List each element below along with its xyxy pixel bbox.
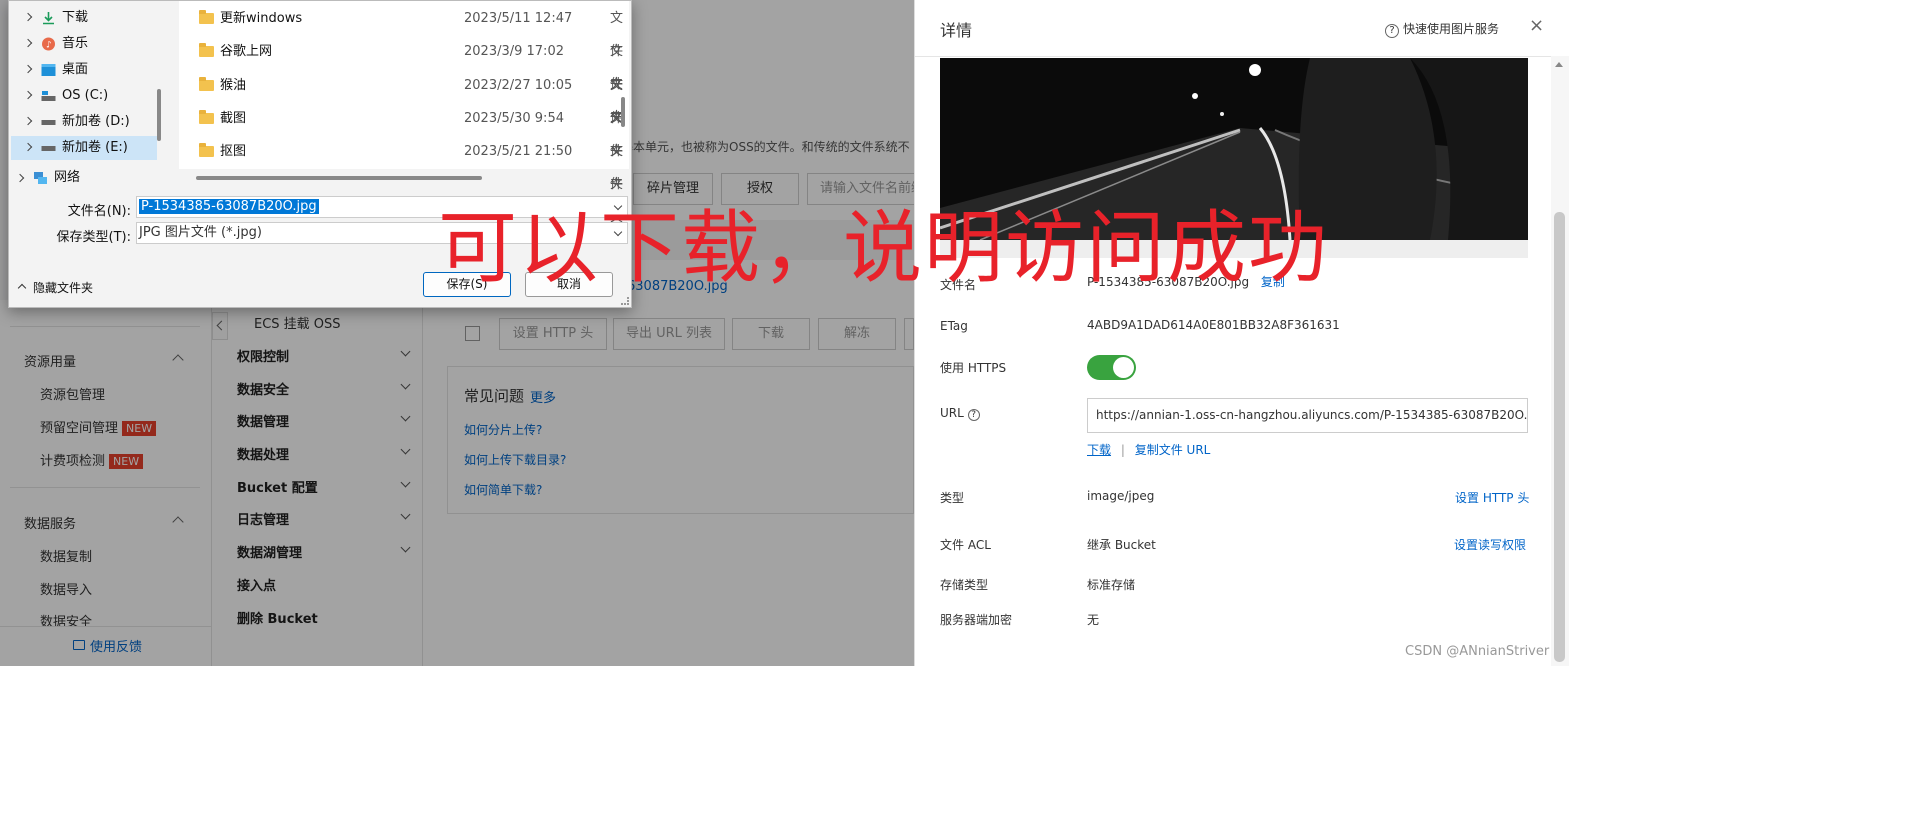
file-row[interactable]: 猴油 2023/2/27 10:05 文件夹: [179, 69, 623, 159]
storage-value: 标准存储: [1087, 578, 1136, 592]
help-icon: ?: [1385, 24, 1399, 38]
acl-label: 文件 ACL: [940, 538, 991, 552]
acl-value: 继承 Bucket: [1087, 538, 1156, 552]
tree-item-music[interactable]: ♪ 音乐: [11, 32, 157, 56]
annotation-caption: 可以下载，说明访问成功: [438, 202, 1329, 294]
filetype-label: 保存类型(T):: [56, 230, 131, 245]
panel-title: 详情: [940, 21, 973, 40]
file-list: 更新windows 2023/5/11 12:47 文件夹 谷歌上网 2023/3/9…: [179, 1, 629, 225]
watermark: CSDN @ANnianStriver: [1405, 644, 1550, 659]
close-icon[interactable]: ×: [1529, 17, 1544, 35]
chevron-up-icon: [17, 283, 27, 293]
https-toggle[interactable]: [1087, 355, 1136, 380]
file-list-hscrollbar[interactable]: [196, 176, 482, 180]
filename-selected-text: P-1534385-63087B20O.jpg: [139, 199, 319, 214]
encryption-label: 服务器端加密: [940, 613, 1013, 627]
panel-scrollbar[interactable]: [1551, 56, 1569, 666]
type-value: image/jpeg: [1087, 489, 1155, 503]
file-row[interactable]: 谷歌上网 2023/3/9 17:02 文件夹: [179, 35, 623, 125]
file-list-vscrollbar[interactable]: [621, 97, 625, 127]
drive-icon: [41, 91, 56, 101]
tree-item-downloads[interactable]: 下载: [11, 6, 157, 30]
folder-icon: [199, 10, 214, 24]
drive-icon: [41, 146, 56, 151]
file-row[interactable]: 截图 2023/5/30 9:54 文件夹: [179, 102, 623, 192]
folder-icon: [199, 43, 214, 57]
scroll-up-icon[interactable]: [1555, 62, 1563, 67]
tree-scrollbar[interactable]: [157, 89, 161, 141]
desktop-icon: [41, 64, 56, 76]
drive-icon: [41, 120, 56, 125]
network-icon: [34, 172, 47, 184]
scroll-thumb[interactable]: [1554, 212, 1565, 662]
quick-image-service-link[interactable]: ? 快速使用图片服务: [1385, 20, 1499, 38]
file-row[interactable]: 更新windows 2023/5/11 12:47 文件夹: [179, 2, 623, 92]
folder-icon: [199, 143, 214, 157]
tree-item-c-drive[interactable]: OS (C:): [11, 84, 157, 108]
tree-item-network[interactable]: 网络: [11, 168, 157, 188]
set-acl-link[interactable]: 设置读写权限: [1454, 536, 1526, 553]
copy-url-link[interactable]: 复制文件 URL: [1135, 443, 1211, 457]
download-link[interactable]: 下载: [1087, 443, 1111, 457]
file-row[interactable]: 抠图2023/5/21 21:50文件夹: [179, 135, 623, 225]
svg-text:♪: ♪: [46, 41, 52, 51]
storage-label: 存储类型: [940, 578, 989, 592]
tree-item-desktop[interactable]: 桌面: [11, 58, 157, 82]
encryption-value: 无: [1087, 613, 1100, 627]
tree-item-d-drive[interactable]: 新加卷 (D:): [11, 110, 157, 134]
type-label: 类型: [940, 491, 965, 505]
set-http-header-link[interactable]: 设置 HTTP 头: [1455, 489, 1529, 506]
url-field[interactable]: https://annian-1.oss-cn-hangzhou.aliyunc…: [1087, 398, 1528, 433]
tree-item-e-drive[interactable]: 新加卷 (E:): [11, 136, 157, 160]
etag-value: 4ABD9A1DAD614A0E801BB32A8F361631: [1087, 318, 1340, 332]
url-actions: 下载 | 复制文件 URL: [1087, 441, 1210, 458]
url-label: URL ?: [940, 406, 980, 421]
resize-grip[interactable]: [621, 297, 629, 305]
hide-folders-toggle[interactable]: 隐藏文件夹: [17, 279, 93, 296]
music-icon: ♪: [42, 37, 55, 51]
folder-tree: 下载 ♪ 音乐 桌面 OS (C:) 新加卷 (D:) 新加卷 (E:) 网络: [9, 1, 169, 191]
folder-icon: [199, 110, 214, 124]
folder-icon: [199, 77, 214, 91]
toggle-knob: [1113, 357, 1134, 378]
filename-label: 文件名(N):: [67, 204, 131, 219]
header-divider: [915, 56, 1569, 57]
etag-label: ETag: [940, 319, 968, 333]
separator: |: [1120, 443, 1125, 457]
detail-panel: 详情 ? 快速使用图片服务 × 文件名 P-1534385-63087B20O.j…: [914, 0, 1569, 666]
help-icon: ?: [967, 409, 980, 421]
https-label: 使用 HTTPS: [940, 361, 1007, 375]
download-icon: [43, 12, 54, 25]
